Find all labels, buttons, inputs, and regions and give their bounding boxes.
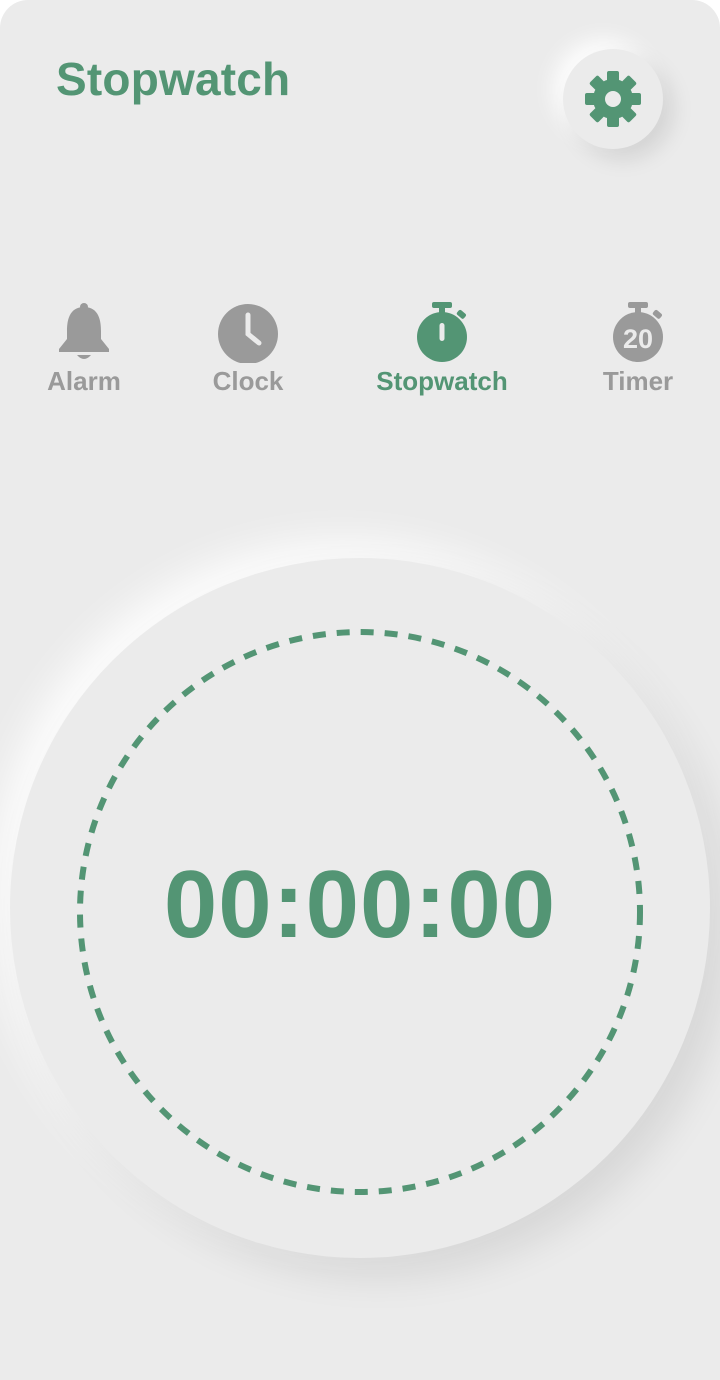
bell-icon (52, 300, 116, 364)
tab-timer-label: Timer (602, 366, 674, 396)
page-title: Stopwatch (56, 53, 291, 105)
settings-button[interactable] (563, 49, 663, 149)
tab-timer[interactable]: 20 Timer (558, 300, 718, 405)
elapsed-time-display: 00:00:00 (163, 851, 557, 958)
stopwatch-screen: Stopwatch Alarm Clock Stopwatch 20 Timer… (0, 0, 720, 1380)
clock-icon (216, 300, 280, 364)
tab-alarm-label: Alarm (47, 366, 121, 396)
timer-icon: 20 (606, 300, 670, 364)
timer-icon-number: 20 (623, 324, 653, 354)
tab-stopwatch[interactable]: Stopwatch (362, 300, 522, 405)
tab-clock-label: Clock (212, 366, 284, 396)
stopwatch-icon (410, 300, 474, 364)
bottom-tab-navigation: Alarm Clock Stopwatch 20 Timer (0, 300, 720, 410)
tab-alarm[interactable]: Alarm (4, 300, 164, 405)
gear-icon (584, 70, 642, 128)
tab-stopwatch-label: Stopwatch (376, 366, 508, 396)
tab-clock[interactable]: Clock (168, 300, 328, 405)
stopwatch-dial[interactable]: 00:00:00 (10, 558, 710, 1258)
